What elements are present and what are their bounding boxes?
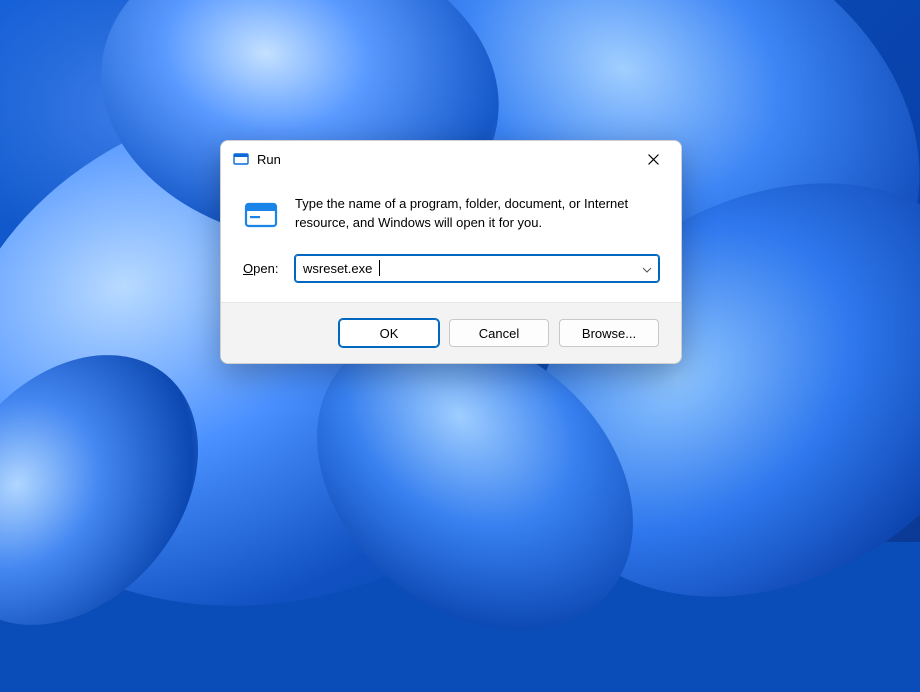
titlebar[interactable]: Run [221,141,681,177]
run-app-icon [233,151,249,167]
browse-button[interactable]: Browse... [559,319,659,347]
dialog-title: Run [257,152,281,167]
text-caret [379,260,380,276]
close-button[interactable] [631,144,675,174]
button-bar: OK Cancel Browse... [221,302,681,363]
ok-button[interactable]: OK [339,319,439,347]
open-input[interactable] [295,255,659,282]
run-dialog: Run Type the name of a program, folder, … [220,140,682,364]
open-label: Open: [243,261,283,276]
cancel-button[interactable]: Cancel [449,319,549,347]
open-combobox[interactable] [295,255,659,282]
close-icon [648,154,659,165]
run-app-icon [243,197,279,233]
dialog-description: Type the name of a program, folder, docu… [295,195,659,233]
